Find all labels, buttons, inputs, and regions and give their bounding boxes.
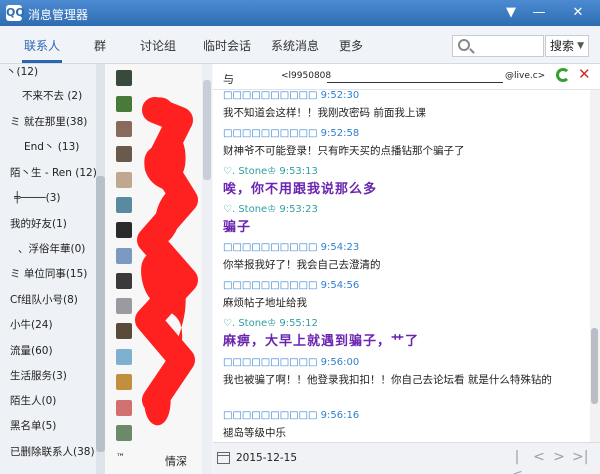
message-header: ♡. Stone♔ 9:53:23 — [223, 204, 318, 215]
group-item[interactable]: 生活服务(3) — [10, 364, 105, 389]
message: □□□□□□□□□□ 9:56:16 褪岛等级中乐 — [223, 410, 583, 441]
message: □□□□□□□□□□ 9:54:23 你举报我好了！我会自己去澄清的 — [223, 242, 583, 273]
contact-list-scroll-thumb[interactable] — [203, 80, 211, 180]
message-header: ♡. Stone♔ 9:53:13 — [223, 166, 318, 177]
delete-icon[interactable]: ✕ — [578, 66, 594, 82]
message-header: ♡. Stone♔ 9:55:12 — [223, 318, 318, 329]
message-history: □□□□□□□□□□ 9:52:30 我不知道会这样！！我刚改密码 前面我上课 … — [213, 90, 590, 442]
current-date: 2015-12-15 — [236, 452, 298, 464]
group-item[interactable]: 已删除联系人(38) — [10, 440, 105, 465]
message-body: 唉，你不用跟我说那么多 — [223, 182, 378, 197]
message-header: □□□□□□□□□□ 9:56:00 — [223, 357, 360, 368]
chevron-down-icon: ▼ — [577, 41, 584, 51]
search-icon — [458, 39, 470, 51]
message-header: □□□□□□□□□□ 9:52:58 — [223, 128, 360, 139]
conversation-header: 与 <l9950808 @live.c> — [213, 64, 600, 90]
message: □□□□□□□□□□ 9:52:58 财神爷不可能登录！只有昨天买的点播钻那个骗… — [223, 128, 583, 159]
message: ♡. Stone♔ 9:55:12 麻痹，大早上就遇到骗子，艹了 — [223, 318, 583, 349]
group-item[interactable]: 流量(60) — [10, 339, 105, 364]
group-item[interactable]: 陌丶生 - Ren (12) — [10, 161, 105, 186]
calendar-icon[interactable] — [217, 452, 230, 464]
contact-group-list: 丶(12) 不来不去 (2) ミ 就在那里(38) End丶 (13) 陌丶生 … — [0, 64, 105, 474]
group-item[interactable]: 小牛(24) — [10, 313, 105, 338]
message-body: 骗子 — [223, 220, 252, 235]
message-body: 麻痹，大早上就遇到骗子，艹了 — [223, 334, 420, 349]
message-body: 财神爷不可能登录！只有昨天买的点播钻那个骗子了 — [223, 145, 465, 157]
contact-prefix: ™ — [116, 453, 125, 463]
message-body: 我不知道会这样！！我刚改密码 前面我上课 — [223, 107, 426, 119]
tab-temp-chat[interactable]: 临时会话 — [203, 37, 251, 54]
minimize-icon[interactable]: — — [527, 3, 551, 23]
message-header: □□□□□□□□□□ 9:56:16 — [223, 410, 360, 421]
window-title: 消息管理器 — [28, 8, 89, 22]
email-underline — [327, 82, 503, 83]
tab-bar: 联系人 群 讨论组 临时会话 系统消息 更多 搜索 ▼ — [0, 26, 600, 64]
redaction-scribble — [135, 97, 198, 426]
tab-contacts[interactable]: 联系人 — [24, 37, 60, 54]
group-item[interactable]: 黑名单(5) — [10, 414, 105, 439]
tab-more[interactable]: 更多 — [339, 37, 363, 54]
message: □□□□□□□□□□ 9:54:56 麻烦帖子地址给我 — [223, 280, 583, 311]
search-button-label: 搜索 — [550, 39, 575, 53]
next-page-button[interactable]: > — [552, 448, 566, 466]
message-scroll-thumb[interactable] — [591, 328, 598, 404]
tab-system-messages[interactable]: 系统消息 — [271, 37, 319, 54]
contact-name[interactable]: 情深 — [165, 453, 187, 469]
last-page-button[interactable]: >| — [572, 448, 588, 466]
qq-logo-icon: QQ — [6, 5, 25, 21]
group-list-scroll-thumb[interactable] — [96, 176, 105, 452]
message-header: □□□□□□□□□□ 9:54:56 — [223, 280, 360, 291]
search-input[interactable] — [452, 35, 544, 57]
message-header: □□□□□□□□□□ 9:52:30 — [223, 90, 360, 101]
close-window-icon[interactable]: ✕ — [566, 3, 590, 23]
message-body: 褪岛等级中乐 — [223, 427, 286, 439]
message: □□□□□□□□□□ 9:56:00 我也被骗了啊！！他登录我扣扣！！你自己去论… — [223, 357, 583, 388]
tab-groups[interactable]: 群 — [94, 37, 106, 54]
group-item[interactable]: 丶(12) — [6, 60, 101, 85]
group-item[interactable]: ╪────(3) — [14, 186, 109, 211]
group-item[interactable]: ミ 单位同事(15) — [10, 262, 105, 287]
message-body: 麻烦帖子地址给我 — [223, 297, 307, 309]
prev-page-button[interactable]: < — [532, 448, 546, 466]
group-item[interactable]: Cf组队小号(8) — [10, 288, 105, 313]
group-item[interactable]: 陌生人(0) — [10, 389, 105, 414]
group-item[interactable]: ミ 就在那里(38) — [10, 110, 105, 135]
avatar[interactable] — [116, 70, 132, 86]
group-item[interactable]: 我的好友(1) — [10, 212, 105, 237]
message-header: □□□□□□□□□□ 9:54:23 — [223, 242, 360, 253]
first-page-button[interactable]: |< — [510, 448, 524, 474]
message: ♡. Stone♔ 9:53:23 骗子 — [223, 204, 583, 235]
contact-email: <l9950808 — [281, 71, 332, 81]
message-body: 你举报我好了！我会自己去澄清的 — [223, 259, 381, 271]
with-label: 与 — [223, 73, 234, 86]
message: □□□□□□□□□□ 9:52:30 我不知道会这样！！我刚改密码 前面我上课 — [223, 90, 583, 121]
refresh-icon[interactable] — [556, 68, 570, 82]
search-button[interactable]: 搜索 ▼ — [545, 35, 589, 57]
message: ♡. Stone♔ 9:53:13 唉，你不用跟我说那么多 — [223, 166, 583, 197]
tab-discussions[interactable]: 讨论组 — [140, 37, 176, 54]
message-body: 我也被骗了啊！！他登录我扣扣！！你自己去论坛看 就是什么特殊钻的 — [223, 374, 552, 386]
menu-dropdown-icon[interactable]: ▼ — [499, 3, 523, 23]
contact-email-domain: @live.c> — [505, 71, 546, 81]
title-bar: QQ 消息管理器 ▼ — ✕ — [0, 0, 600, 26]
